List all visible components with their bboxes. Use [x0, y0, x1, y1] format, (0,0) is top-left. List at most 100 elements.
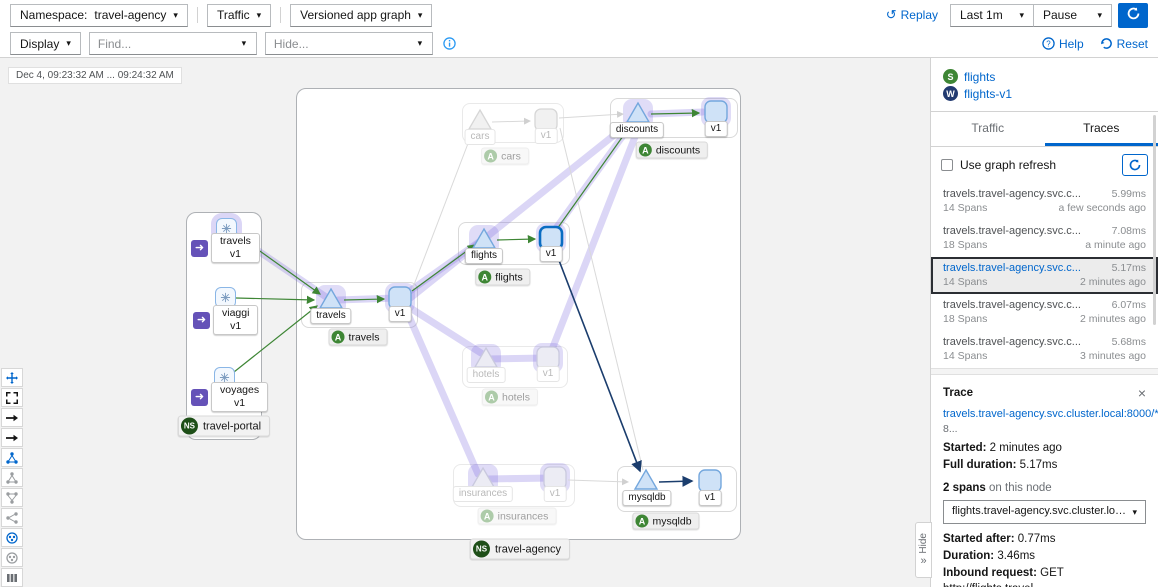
find-input[interactable] [90, 34, 232, 53]
hide-input[interactable] [266, 34, 408, 53]
traffic-select[interactable]: Traffic ▾ [207, 4, 271, 27]
pause-select[interactable]: Pause ▾ [1034, 4, 1112, 27]
hide-options-button[interactable]: ▾ [408, 33, 432, 54]
app-icon: A [639, 144, 652, 157]
trace-detail: Trace × travels.travel-agency.svc.cluste… [931, 375, 1158, 587]
app-name: discounts [656, 144, 700, 156]
portal-workload-label-viaggi[interactable]: ➜ viaggiv1 [193, 305, 258, 335]
app-name: hotels [502, 391, 530, 403]
started-label: Started: [943, 442, 986, 454]
traffic-source-icon: ➜ [191, 389, 208, 406]
use-graph-refresh-label: Use graph refresh [960, 158, 1056, 172]
label-discounts: discounts [610, 122, 664, 138]
workload-name: voyages [220, 384, 259, 396]
span-select[interactable]: flights.travel-agency.svc.cluster.local:… [943, 500, 1146, 524]
trace-list-item[interactable]: travels.travel-agency.svc.c...6.07ms 18 … [931, 294, 1158, 331]
portal-workload-label-travels[interactable]: ➜ travelsv1 [191, 233, 260, 263]
caret-down-icon: ▾ [418, 11, 423, 20]
layout-1-button-active[interactable] [1, 448, 23, 467]
app-name: insurances [498, 510, 549, 522]
service-link[interactable]: flights [964, 70, 995, 84]
refresh-button[interactable] [1118, 3, 1148, 28]
trace-list-item[interactable]: travels.travel-agency.svc.c...5.68ms 14 … [931, 331, 1158, 368]
layout-2-button[interactable] [1, 468, 23, 487]
trace-list-item-selected[interactable]: travels.travel-agency.svc.c...5.17ms 14 … [931, 257, 1158, 294]
namespace-badge-travel-portal[interactable]: NS travel-portal [178, 416, 270, 437]
interval-select[interactable]: Last 1m ▾ [950, 4, 1034, 27]
app-name: travels [349, 331, 380, 343]
trace-duration: 5.68ms [1112, 335, 1146, 349]
display-select[interactable]: Display ▾ [10, 32, 81, 55]
help-icon: ? [1042, 37, 1055, 50]
find-options-button[interactable]: ▾ [232, 33, 256, 54]
namespace-select[interactable]: Namespace: travel-agency ▾ [10, 4, 188, 27]
namespace-badge-travel-agency[interactable]: NS travel-agency [470, 539, 570, 560]
use-graph-refresh-checkbox[interactable] [941, 159, 953, 171]
interval-value: Last 1m [960, 8, 1003, 22]
namespace-value: travel-agency [94, 8, 166, 22]
trace-list-item[interactable]: travels.travel-agency.svc.c...7.08ms 18 … [931, 220, 1158, 257]
workload-link[interactable]: flights-v1 [964, 87, 1012, 101]
arrow-tool-button-1[interactable] [1, 408, 23, 427]
full-duration-label: Full duration: [943, 459, 1016, 471]
app-badge-insurances[interactable]: Ainsurances [478, 508, 557, 525]
pan-tool-button[interactable] [1, 368, 23, 387]
app-badge-mysqldb[interactable]: Amysqldb [632, 513, 699, 530]
traces-refresh-button[interactable] [1122, 154, 1148, 176]
label-mysqldb: mysqldb [622, 490, 671, 506]
trace-age: 3 minutes ago [1080, 349, 1146, 363]
started-value: 2 minutes ago [990, 442, 1062, 454]
app-name: flights [495, 271, 522, 283]
trace-name: travels.travel-agency.svc.c... [943, 187, 1081, 201]
arrow-tool-button-2[interactable] [1, 428, 23, 447]
duration-value: 3.46ms [997, 550, 1035, 562]
workload-version: v1 [230, 320, 241, 332]
app-name: mysqldb [652, 515, 691, 527]
caret-down-icon: ▾ [66, 39, 71, 48]
namespace-icon: NS [473, 541, 490, 558]
trace-duration: 7.08ms [1112, 224, 1146, 238]
label-discounts-v1: v1 [705, 121, 728, 137]
hide-panel-button[interactable]: Hide » [915, 522, 932, 578]
portal-workload-label-voyages[interactable]: ➜ voyagesv1 [191, 382, 268, 412]
app-boxes-toggle-button[interactable] [1, 548, 23, 567]
top-toolbar: Namespace: travel-agency ▾ Traffic ▾ Ver… [0, 0, 1158, 30]
started-after-label: Started after: [943, 533, 1015, 545]
app-badge-cars[interactable]: Acars [481, 148, 529, 165]
graph-side-toolbar [1, 368, 23, 587]
layout-4-button[interactable] [1, 508, 23, 527]
pause-value: Pause [1043, 8, 1077, 22]
caret-down-icon: ▾ [418, 39, 423, 48]
zoom-to-fit-button[interactable] [1, 388, 23, 407]
caret-down-icon: ▾ [1132, 508, 1137, 517]
trace-spans: 14 Spans [943, 349, 987, 363]
kiali-graph-screen: Namespace: travel-agency ▾ Traffic ▾ Ver… [0, 0, 1158, 587]
reset-link[interactable]: Reset [1100, 37, 1148, 51]
namespace-boxes-toggle-button-active[interactable] [1, 528, 23, 547]
replay-link[interactable]: ↺ Replay [886, 7, 938, 23]
layout-3-button[interactable] [1, 488, 23, 507]
close-icon[interactable]: × [1138, 383, 1146, 403]
app-badge-travels[interactable]: Atravels [329, 329, 388, 346]
trace-duration: 6.07ms [1112, 298, 1146, 312]
panel-scrollbar[interactable] [1153, 115, 1156, 325]
legend-button[interactable] [1, 568, 23, 587]
find-hide-info-icon[interactable] [443, 37, 456, 50]
chevron-double-right-icon: » [920, 556, 926, 567]
separator [280, 7, 281, 23]
workload-name: viaggi [222, 307, 249, 319]
help-link[interactable]: ? Help [1042, 37, 1084, 51]
app-icon: A [484, 150, 497, 163]
tab-traces[interactable]: Traces [1045, 112, 1158, 146]
graph-type-select[interactable]: Versioned app graph ▾ [290, 4, 432, 27]
trace-url-link[interactable]: travels.travel-agency.svc.cluster.local:… [943, 407, 1158, 421]
trace-spans: 18 Spans [943, 238, 987, 252]
trace-name: travels.travel-agency.svc.c... [943, 261, 1081, 275]
caret-down-icon: ▾ [242, 39, 247, 48]
trace-list-item[interactable]: travels.travel-agency.svc.c...5.99ms 14 … [931, 183, 1158, 220]
app-badge-flights[interactable]: Aflights [475, 269, 530, 286]
app-badge-hotels[interactable]: Ahotels [482, 389, 538, 406]
tab-traffic[interactable]: Traffic [931, 112, 1045, 146]
app-badge-discounts[interactable]: Adiscounts [636, 142, 708, 159]
label-travels-v1: v1 [389, 306, 412, 322]
